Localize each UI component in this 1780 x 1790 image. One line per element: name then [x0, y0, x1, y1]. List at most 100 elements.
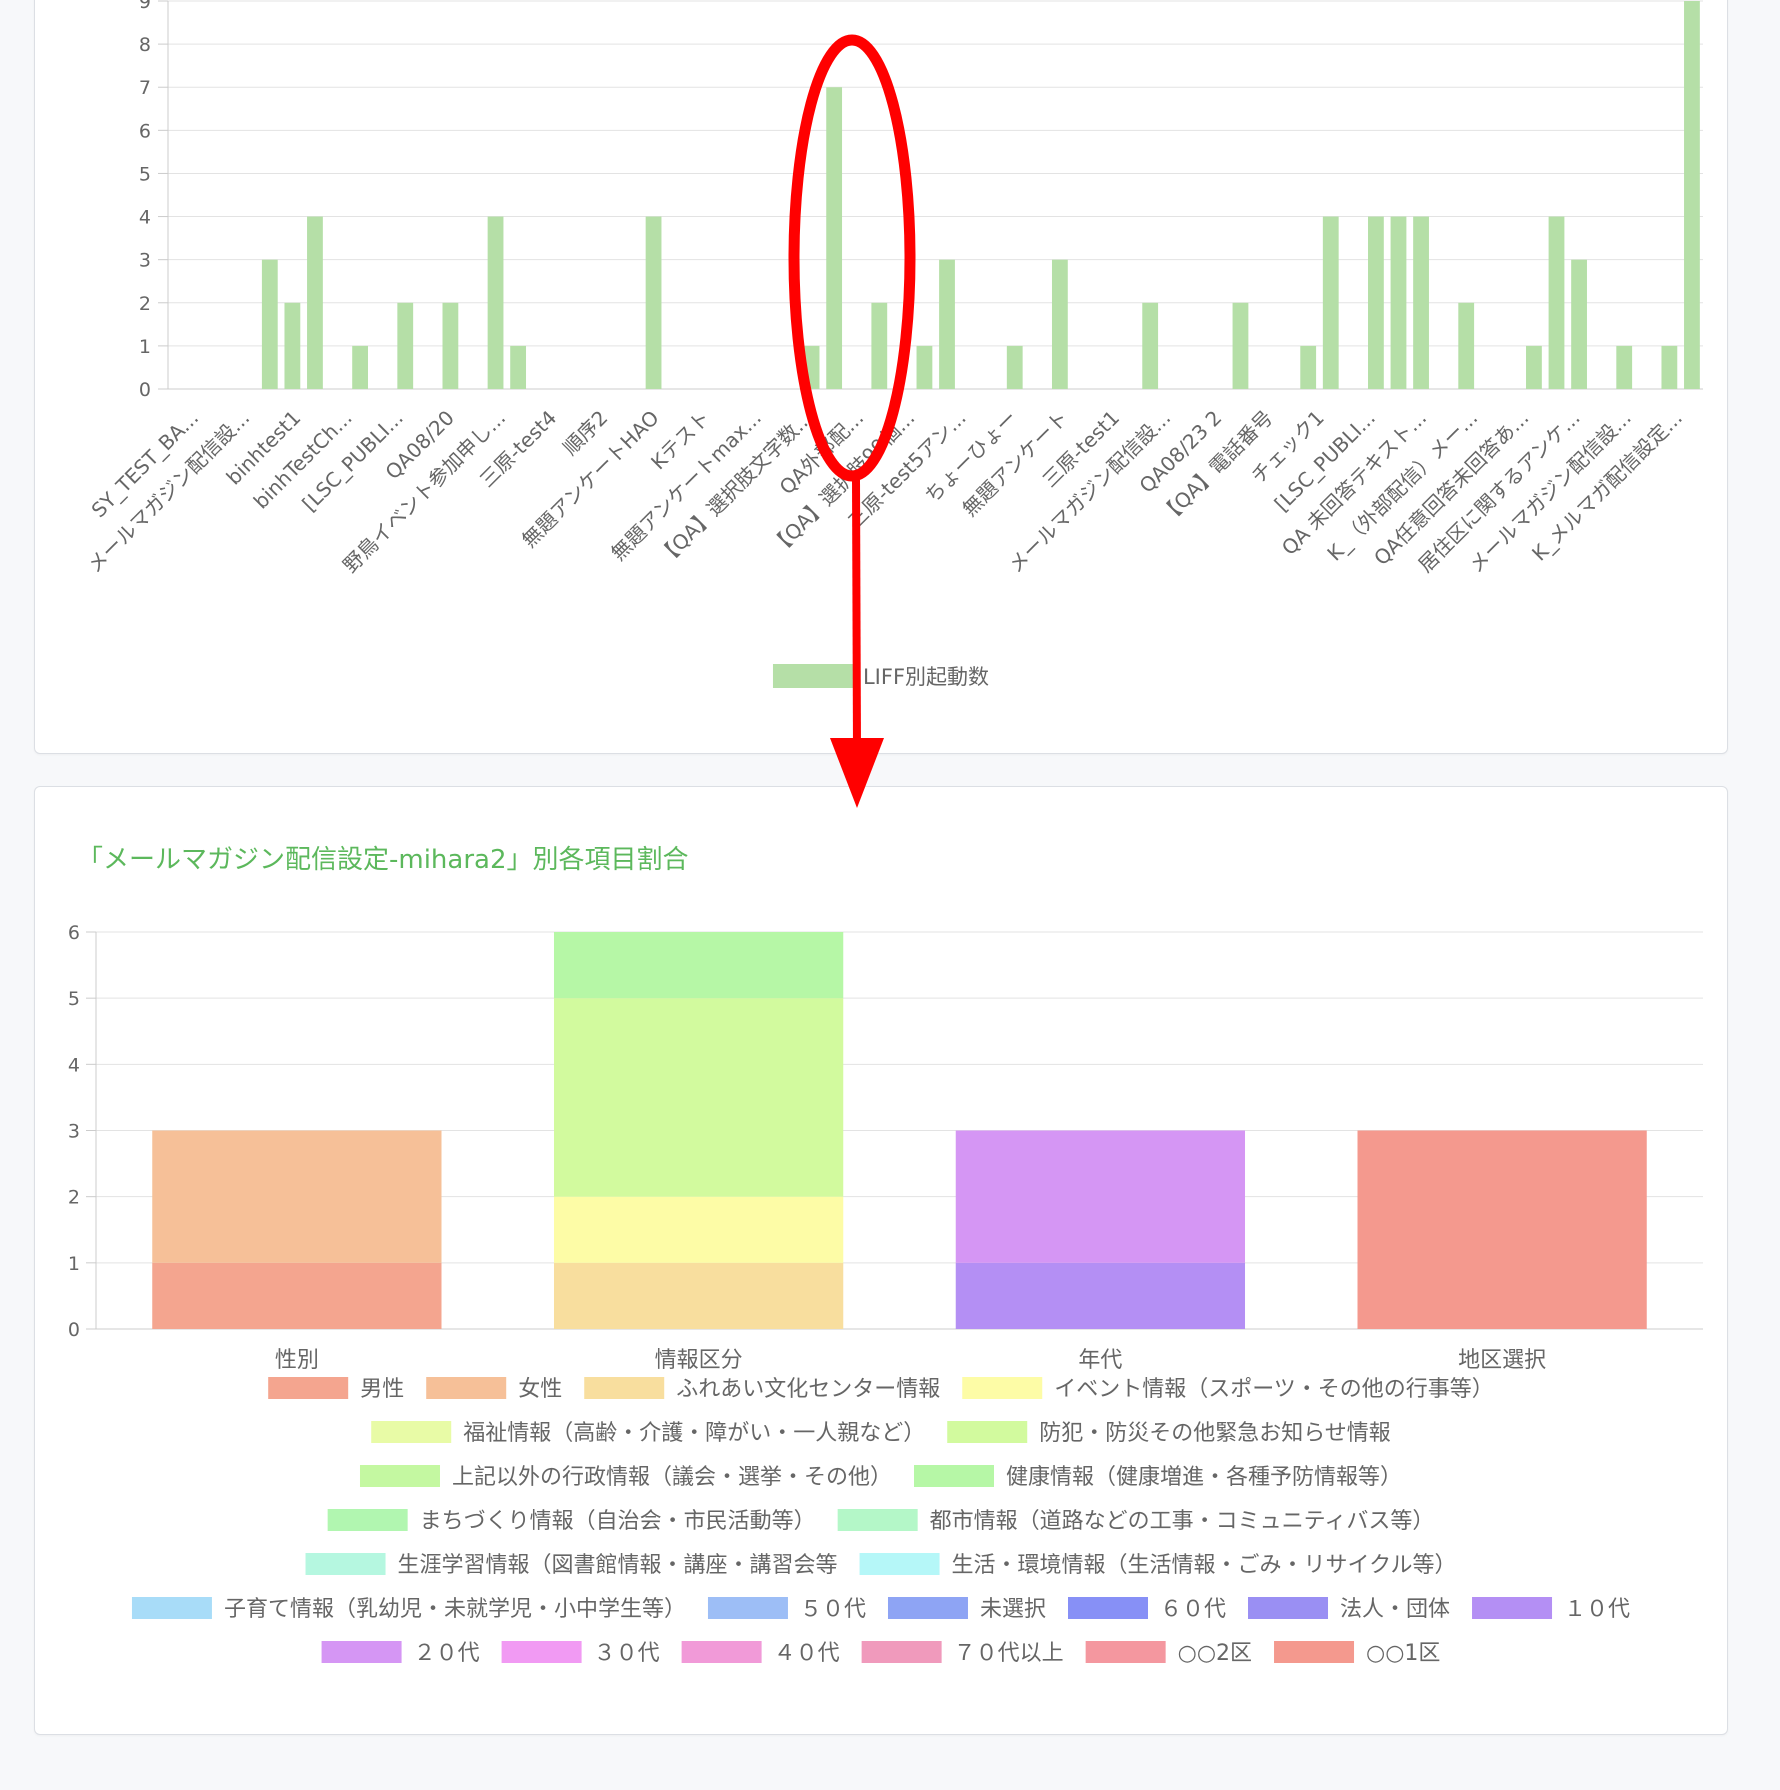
legend-swatch[interactable] — [681, 1641, 762, 1663]
liff-bar[interactable] — [1571, 259, 1587, 389]
legend-swatch[interactable] — [327, 1509, 408, 1531]
legend-label[interactable]: 防犯・防災その他緊急お知らせ情報 — [1039, 1421, 1391, 1446]
liff-bar[interactable] — [261, 259, 278, 389]
liff-bar[interactable] — [1661, 345, 1678, 389]
liff-bar[interactable] — [1548, 216, 1565, 389]
legend-label[interactable]: ふれあい文化センター情報 — [676, 1377, 940, 1402]
liff-bar[interactable] — [871, 302, 888, 389]
legend-swatch[interactable] — [1472, 1597, 1553, 1619]
legend-swatch[interactable] — [371, 1421, 452, 1443]
item-ratio-chart: 0 1 2 3 4 5 6 性別 情報区分 年代 地区選択男性 女性 ふれあい文化センター情報 イベント情… — [68, 922, 1703, 1666]
liff-bar[interactable] — [307, 216, 323, 389]
legend-swatch[interactable] — [837, 1509, 918, 1531]
liff-bar[interactable] — [1458, 302, 1475, 389]
legend-swatch[interactable] — [947, 1421, 1028, 1443]
stacked-bar-segment[interactable] — [553, 932, 844, 999]
legend-swatch[interactable] — [131, 1597, 212, 1619]
liff-bar[interactable] — [397, 302, 414, 389]
legend-label[interactable]: ７０代以上 — [954, 1641, 1064, 1666]
legend-swatch[interactable] — [1248, 1597, 1329, 1619]
liff-bar[interactable] — [1322, 216, 1339, 389]
y-tick-label: 6 — [139, 120, 151, 142]
liff-bar[interactable] — [284, 302, 301, 389]
legend-swatch[interactable] — [1085, 1641, 1166, 1663]
liff-bar[interactable] — [510, 345, 527, 389]
liff-bar[interactable] — [826, 87, 843, 389]
legend-swatch[interactable] — [861, 1641, 942, 1663]
legend-label[interactable]: 子育て情報（乳幼児・未就学児・小中学生等） — [224, 1597, 686, 1622]
legend-label[interactable]: ６０代 — [1160, 1597, 1226, 1622]
legend-swatch[interactable] — [772, 664, 853, 688]
y-tick-label: 9 — [139, 0, 151, 13]
legend-label[interactable]: LIFF別起動数 — [863, 665, 989, 689]
stacked-bar-segment[interactable] — [553, 1196, 844, 1263]
stacked-bar-segment[interactable] — [1357, 1130, 1647, 1330]
legend-label[interactable]: ４０代 — [774, 1641, 840, 1666]
legend-swatch[interactable] — [584, 1377, 665, 1399]
legend-label[interactable]: まちづくり情報（自治会・市民活動等） — [420, 1509, 816, 1534]
legend-swatch[interactable] — [1274, 1641, 1355, 1663]
stacked-bar-segment[interactable] — [955, 1262, 1246, 1329]
stacked-bar-segment[interactable] — [152, 1262, 442, 1329]
liff-bar[interactable] — [1142, 302, 1159, 389]
legend-label[interactable]: ２０代 — [414, 1641, 480, 1666]
legend-swatch[interactable] — [962, 1377, 1043, 1399]
legend-label[interactable]: ○○2区 — [1178, 1641, 1252, 1666]
y-tick-label: 5 — [139, 163, 151, 185]
y-tick-label: 2 — [68, 1187, 80, 1209]
x-category-label: 年代 — [1078, 1348, 1122, 1373]
liff-bar[interactable] — [1413, 216, 1429, 389]
legend-swatch[interactable] — [426, 1377, 507, 1399]
liff-bar[interactable] — [352, 345, 369, 389]
liff-bar[interactable] — [803, 345, 820, 389]
liff-bar[interactable] — [1232, 302, 1249, 389]
legend-label[interactable]: 未選択 — [980, 1597, 1046, 1622]
legend-swatch[interactable] — [501, 1641, 582, 1663]
legend-label[interactable]: 上記以外の行政情報（議会・選挙・その他） — [452, 1465, 892, 1490]
y-tick-label: 4 — [139, 207, 151, 229]
legend-label[interactable]: 法人・団体 — [1340, 1597, 1450, 1622]
legend-swatch[interactable] — [887, 1597, 968, 1619]
stacked-bar-segment[interactable] — [553, 1262, 844, 1329]
liff-bar[interactable] — [1616, 345, 1633, 389]
legend-label[interactable]: 健康情報（健康増進・各種予防情報等） — [1006, 1465, 1402, 1490]
y-tick-label: 0 — [139, 379, 151, 401]
liff-bar[interactable] — [1006, 345, 1023, 389]
legend-swatch[interactable] — [268, 1377, 349, 1399]
y-tick-label: 3 — [139, 250, 151, 272]
legend-swatch[interactable] — [321, 1641, 402, 1663]
legend-label[interactable]: 男性 — [360, 1377, 404, 1402]
stacked-bar-segment[interactable] — [152, 1130, 442, 1263]
liff-bar[interactable] — [442, 302, 459, 389]
liff-bar[interactable] — [1300, 345, 1317, 389]
stacked-bar-segment[interactable] — [955, 1130, 1246, 1263]
legend-swatch[interactable] — [859, 1553, 940, 1575]
y-tick-label: 2 — [139, 293, 151, 315]
legend-swatch[interactable] — [914, 1465, 994, 1487]
liff-bar[interactable] — [1368, 216, 1384, 389]
liff-bar[interactable] — [1684, 1, 1700, 389]
legend-swatch[interactable] — [359, 1465, 440, 1487]
liff-bar[interactable] — [916, 345, 933, 389]
liff-bar[interactable] — [1526, 345, 1542, 389]
liff-bar[interactable] — [939, 259, 955, 389]
legend-label[interactable]: ○○1区 — [1366, 1641, 1440, 1666]
legend-label[interactable]: 福祉情報（高齢・介護・障がい・一人親など） — [463, 1421, 925, 1446]
legend-label[interactable]: ５０代 — [800, 1597, 866, 1622]
legend-label[interactable]: 生活・環境情報（生活情報・ごみ・リサイクル等） — [952, 1553, 1457, 1578]
stacked-bar-segment[interactable] — [553, 998, 844, 1197]
liff-bar[interactable] — [1051, 259, 1068, 389]
y-tick-label: 8 — [139, 34, 151, 56]
legend-label[interactable]: イベント情報（スポーツ・その他の行事等） — [1054, 1377, 1494, 1402]
legend-label[interactable]: 女性 — [518, 1377, 562, 1402]
liff-bar[interactable] — [487, 216, 504, 389]
liff-bar[interactable] — [1390, 216, 1407, 389]
legend-label[interactable]: １０代 — [1564, 1597, 1630, 1622]
legend-label[interactable]: ３０代 — [594, 1641, 660, 1666]
liff-bar[interactable] — [645, 216, 662, 389]
legend-swatch[interactable] — [305, 1553, 386, 1575]
legend-label[interactable]: 生涯学習情報（図書館情報・講座・講習会等 — [398, 1553, 838, 1578]
legend-swatch[interactable] — [707, 1597, 788, 1619]
legend-label[interactable]: 都市情報（道路などの工事・コミュニティバス等） — [930, 1509, 1435, 1534]
legend-swatch[interactable] — [1068, 1597, 1148, 1619]
